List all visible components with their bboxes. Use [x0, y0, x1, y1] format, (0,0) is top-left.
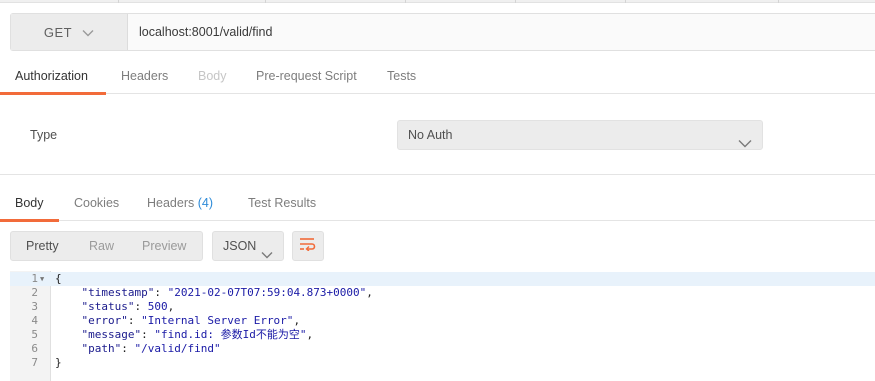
tab-strip-divider	[265, 0, 266, 3]
tab-headers[interactable]: Headers	[121, 63, 168, 94]
tab-label: Headers	[121, 69, 169, 83]
tab-strip-divider	[405, 0, 406, 3]
code-line: 1 ▼ {	[10, 272, 875, 286]
view-pretty-button[interactable]: Pretty	[26, 232, 59, 260]
view-preview-button[interactable]: Preview	[142, 232, 186, 260]
wrap-lines-icon	[299, 237, 317, 256]
response-tabs: Body Cookies Headers (4) Test Results	[0, 190, 875, 222]
line-number: 4	[31, 314, 38, 327]
tab-strip-divider	[515, 0, 516, 3]
tab-body[interactable]: Body	[198, 63, 227, 94]
tab-pre-request-script[interactable]: Pre-request Script	[256, 63, 357, 94]
tab-label: Headers	[147, 196, 195, 210]
url-input[interactable]: localhost:8001/valid/find	[128, 14, 875, 50]
request-tabs: Authorization Headers Body Pre-request S…	[0, 63, 875, 95]
code-line: 3 "status": 500,	[10, 300, 875, 314]
chevron-down-icon	[82, 25, 94, 40]
response-body-editor[interactable]: 1 ▼ { 2 "timestamp": "2021-02-07T07:59:0…	[10, 271, 875, 381]
response-tab-test-results[interactable]: Test Results	[248, 190, 316, 221]
format-select[interactable]: JSON	[212, 231, 284, 261]
response-tab-headers[interactable]: Headers (4)	[147, 190, 213, 221]
code-text: "message": "find.id: 参数Id不能为空",	[81, 328, 314, 341]
method-label: GET	[43, 24, 73, 40]
headers-count-badge: (4)	[197, 196, 214, 210]
method-select[interactable]: GET	[11, 14, 128, 50]
tab-strip-divider	[118, 0, 119, 3]
format-value: JSON	[223, 239, 257, 253]
code-line: 5 "message": "find.id: 参数Id不能为空",	[10, 328, 875, 342]
auth-type-select[interactable]: No Auth	[397, 120, 763, 150]
view-raw-button[interactable]: Raw	[89, 232, 114, 260]
tab-label: Authorization	[15, 69, 88, 83]
line-number: 5	[31, 328, 38, 341]
code-text: "path": "/valid/find"	[81, 342, 221, 355]
auth-type-value: No Auth	[408, 128, 453, 142]
line-number: 1	[31, 272, 38, 285]
tab-authorization[interactable]: Authorization	[0, 63, 106, 95]
tab-label: Cookies	[74, 196, 120, 210]
line-number: 7	[31, 356, 38, 369]
tab-label: Body	[198, 69, 227, 83]
code-text: "status": 500,	[81, 300, 175, 313]
tab-strip-divider	[625, 0, 626, 3]
line-number: 6	[31, 342, 38, 355]
code-line: 2 "timestamp": "2021-02-07T07:59:04.873+…	[10, 286, 875, 300]
chevron-down-icon	[261, 241, 273, 269]
response-tab-cookies[interactable]: Cookies	[74, 190, 119, 221]
line-number: 3	[31, 300, 38, 313]
wrap-lines-button[interactable]	[292, 231, 324, 261]
tab-strip-divider	[778, 0, 779, 3]
tab-label: Pre-request Script	[256, 69, 357, 83]
top-tab-strip	[0, 0, 875, 3]
tab-tests[interactable]: Tests	[387, 63, 416, 94]
response-tab-body[interactable]: Body	[0, 190, 59, 222]
fold-triangle-icon[interactable]: ▼	[40, 272, 44, 286]
line-number: 2	[31, 286, 38, 299]
url-text: localhost:8001/valid/find	[139, 25, 273, 39]
active-tab-indicator	[0, 219, 59, 222]
code-text: {	[55, 272, 62, 285]
tab-label: Test Results	[248, 196, 317, 210]
auth-panel: Type No Auth	[0, 95, 875, 175]
chevron-down-icon	[738, 130, 752, 158]
view-mode-group: Pretty Raw Preview	[10, 231, 203, 261]
request-bar: GET localhost:8001/valid/find	[10, 13, 875, 51]
code-line: 4 "error": "Internal Server Error",	[10, 314, 875, 328]
code-text: "error": "Internal Server Error",	[81, 314, 301, 327]
code-line: 7 }	[10, 356, 875, 370]
code-text: }	[55, 356, 62, 369]
code-text: "timestamp": "2021-02-07T07:59:04.873+00…	[81, 286, 373, 299]
auth-type-label: Type	[30, 128, 58, 142]
tab-label: Body	[15, 196, 44, 210]
tab-label: Tests	[387, 69, 417, 83]
code-line: 6 "path": "/valid/find"	[10, 342, 875, 356]
